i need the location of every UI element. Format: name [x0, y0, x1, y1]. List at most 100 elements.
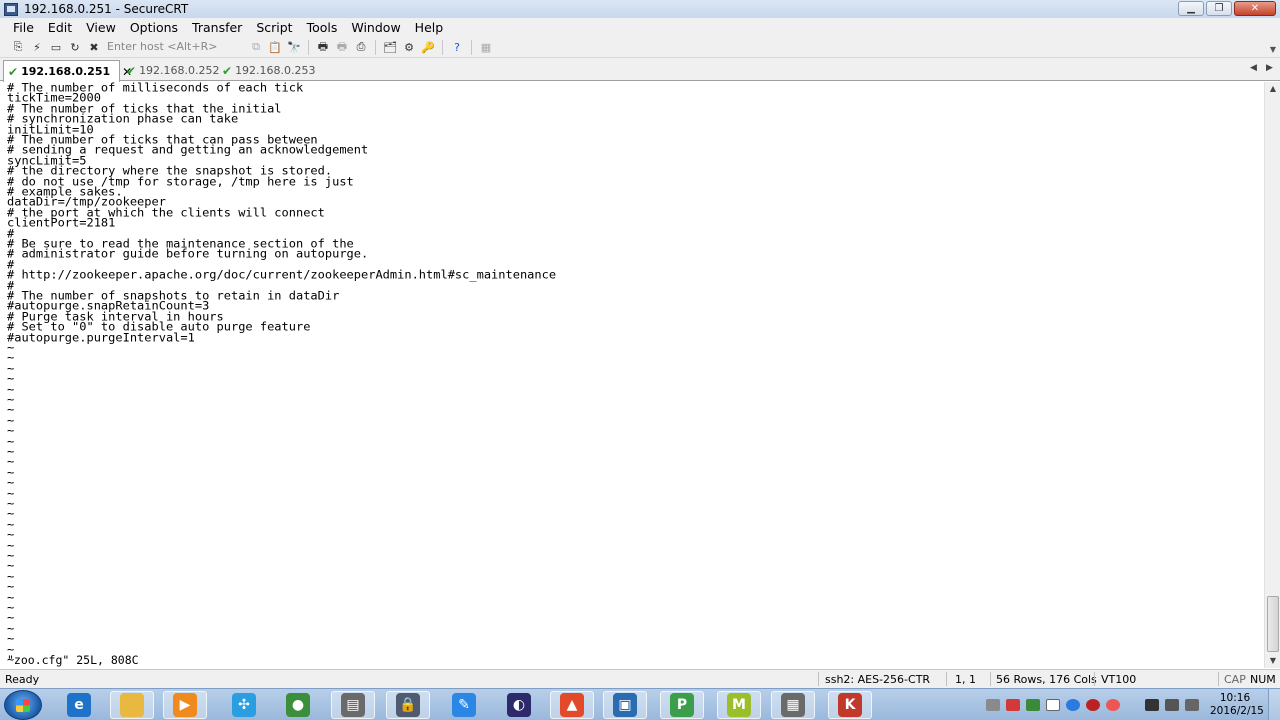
- status-ready: Ready: [5, 673, 40, 686]
- toolbox-icon[interactable]: ▤: [331, 691, 375, 719]
- chrome-icon[interactable]: ●: [276, 691, 320, 719]
- status-divider: [1094, 672, 1095, 686]
- cloud-sync-icon[interactable]: ✣: [222, 691, 266, 719]
- feather-app-icon-glyph: ✎: [452, 693, 476, 717]
- pdf-app-icon-glyph: K: [838, 693, 862, 717]
- explorer-icon-glyph: [120, 693, 144, 717]
- toolbar-overflow-icon[interactable]: ▼: [1270, 45, 1276, 54]
- session-options-icon[interactable]: 🗂: [382, 40, 398, 55]
- print-setup-icon[interactable]: ⎙: [353, 40, 369, 55]
- securecrt-task-icon[interactable]: ▦: [771, 691, 815, 719]
- securecrt-app-icon[interactable]: [4, 2, 18, 16]
- tab-session-251[interactable]: ✔ 192.168.0.251 ✕: [3, 60, 132, 82]
- print-selection-icon[interactable]: 🖶: [334, 40, 350, 55]
- virtualbox-icon[interactable]: ▣: [603, 691, 647, 719]
- menu-edit[interactable]: Edit: [41, 20, 79, 35]
- status-divider: [990, 672, 991, 686]
- tab-session-252[interactable]: ✔ 192.168.0.252: [122, 60, 220, 81]
- menu-transfer[interactable]: Transfer: [185, 20, 249, 35]
- taskbar-clock[interactable]: 10:16 2016/2/15: [1210, 692, 1264, 718]
- menu-help[interactable]: Help: [408, 20, 451, 35]
- pdf-app-icon[interactable]: K: [828, 691, 872, 719]
- menu-bar: File Edit View Options Transfer Script T…: [0, 18, 1280, 37]
- feather-app-icon[interactable]: ✎: [442, 691, 486, 719]
- terminal-line: #autopurge.purgeInterval=1: [7, 330, 195, 344]
- copy-icon[interactable]: ⧉: [248, 40, 264, 55]
- lock-app-icon-glyph: 🔒: [396, 693, 420, 717]
- terminal-line: clientPort=2181: [7, 216, 116, 230]
- toolbar-separator: [471, 39, 472, 55]
- title-bar: 192.168.0.251 - SecureCRT ▁ ❐ ✕: [0, 0, 1280, 18]
- menu-window[interactable]: Window: [344, 20, 407, 35]
- paste-icon[interactable]: 📋: [267, 40, 283, 55]
- action-center-icon[interactable]: [1145, 699, 1159, 711]
- eclipse-icon[interactable]: ◐: [497, 691, 541, 719]
- maximize-button[interactable]: ❐: [1206, 1, 1232, 16]
- keyboard-tray-icon[interactable]: [986, 699, 1000, 711]
- security-tray-icon[interactable]: [1006, 699, 1020, 711]
- antivirus-tray-icon[interactable]: [1106, 699, 1120, 711]
- connect-icon[interactable]: ⎘: [10, 40, 26, 55]
- scrollbar-thumb[interactable]: [1267, 596, 1279, 652]
- terminal-screen[interactable]: # The number of milliseconds of each tic…: [0, 82, 1264, 668]
- status-divider: [946, 672, 947, 686]
- close-button[interactable]: ✕: [1234, 1, 1276, 16]
- lock-app-icon[interactable]: 🔒: [386, 691, 430, 719]
- menu-file[interactable]: File: [6, 20, 41, 35]
- print-icon[interactable]: 🖶: [315, 40, 331, 55]
- status-bar: Ready ssh2: AES-256-CTR 1, 1 56 Rows, 17…: [0, 669, 1280, 688]
- status-terminal-size: 56 Rows, 176 Cols: [996, 673, 1097, 686]
- menu-script[interactable]: Script: [249, 20, 299, 35]
- fire-app-icon[interactable]: ▲: [550, 691, 594, 719]
- windows-taskbar: 10:16 2016/2/15 e ▶ ✣ ● ▤ 🔒 ✎ ◐ ▲ ▣ P M ▦ K: [0, 688, 1280, 720]
- status-cursor-position: 1, 1: [955, 673, 976, 686]
- status-num-lock: NUM: [1250, 673, 1276, 686]
- tab-scroll-left-icon[interactable]: ◀: [1250, 63, 1257, 73]
- app-tray-icon[interactable]: [1026, 699, 1040, 711]
- scroll-up-icon[interactable]: ▲: [1265, 82, 1280, 96]
- toolbar-separator: [442, 39, 443, 55]
- shield-tray-icon[interactable]: [1086, 699, 1100, 711]
- toolbar-separator: [308, 39, 309, 55]
- tab-label: 192.168.0.253: [235, 64, 316, 77]
- sftp-icon[interactable]: ▦: [478, 40, 494, 55]
- start-button[interactable]: [4, 690, 42, 720]
- chrome-icon-glyph: ●: [286, 693, 310, 717]
- menu-view[interactable]: View: [79, 20, 123, 35]
- connect-in-tab-icon[interactable]: ▭: [48, 40, 64, 55]
- disconnect-icon[interactable]: ✖: [86, 40, 102, 55]
- network-icon[interactable]: [1165, 699, 1179, 711]
- volume-icon[interactable]: [1185, 699, 1199, 711]
- tab-scroll-right-icon[interactable]: ▶: [1266, 63, 1273, 73]
- pycharm-icon[interactable]: P: [660, 691, 704, 719]
- quick-connect-icon[interactable]: ⚡: [29, 40, 45, 55]
- global-options-icon[interactable]: ⚙: [401, 40, 417, 55]
- tab-session-253[interactable]: ✔ 192.168.0.253: [218, 60, 316, 81]
- keymap-icon[interactable]: 🔑: [420, 40, 436, 55]
- show-desktop-button[interactable]: [1268, 689, 1280, 720]
- help-icon[interactable]: ?: [449, 40, 465, 55]
- find-icon[interactable]: 🔭: [286, 40, 302, 55]
- cloud-tray-icon[interactable]: [1066, 699, 1080, 711]
- reconnect-icon[interactable]: ↻: [67, 40, 83, 55]
- pycharm-icon-glyph: P: [670, 693, 694, 717]
- fire-app-icon-glyph: ▲: [560, 693, 584, 717]
- terminal-line: # administrator guide before turning on …: [7, 247, 369, 261]
- m-app-icon[interactable]: M: [717, 691, 761, 719]
- explorer-icon[interactable]: [110, 691, 154, 719]
- status-divider: [818, 672, 819, 686]
- minimize-button[interactable]: ▁: [1178, 1, 1204, 16]
- media-player-icon[interactable]: ▶: [163, 691, 207, 719]
- ie-icon[interactable]: e: [57, 691, 101, 719]
- scroll-down-icon[interactable]: ▼: [1265, 654, 1280, 668]
- toolbox-icon-glyph: ▤: [341, 693, 365, 717]
- menu-tools[interactable]: Tools: [300, 20, 345, 35]
- connected-check-icon: ✔: [8, 64, 19, 79]
- connected-check-icon: ✔: [222, 63, 233, 78]
- eclipse-icon-glyph: ◐: [507, 693, 531, 717]
- windows-tray-icon[interactable]: [1046, 699, 1060, 711]
- enter-host-input[interactable]: Enter host <Alt+R>: [105, 39, 245, 55]
- terminal-scrollbar[interactable]: ▲ ▼: [1264, 82, 1280, 668]
- cloud-sync-icon-glyph: ✣: [232, 693, 256, 717]
- menu-options[interactable]: Options: [123, 20, 185, 35]
